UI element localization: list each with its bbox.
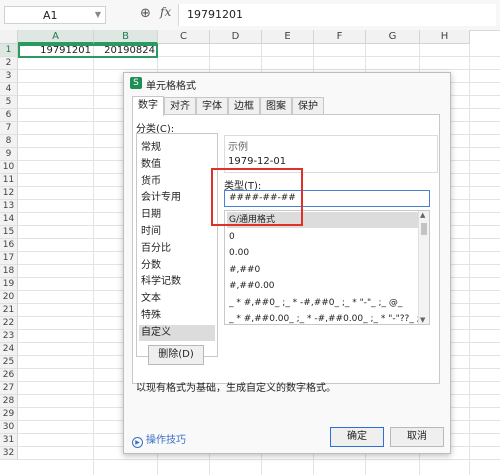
app-logo-icon: S: [130, 77, 142, 89]
select-all-corner[interactable]: [0, 30, 18, 44]
column-header-e[interactable]: E: [262, 30, 314, 44]
tab-number[interactable]: 数字: [132, 96, 164, 116]
row-header-7[interactable]: 7: [0, 122, 18, 135]
row-header-9[interactable]: 9: [0, 148, 18, 161]
category-item[interactable]: 特殊: [139, 308, 215, 324]
hint-text: 以现有格式为基础，生成自定义的数字格式。: [136, 383, 336, 394]
category-item[interactable]: 自定义: [139, 324, 215, 341]
category-item[interactable]: 货币: [139, 174, 215, 190]
row-header-26[interactable]: 26: [0, 369, 18, 382]
category-item[interactable]: 会计专用: [139, 190, 215, 206]
column-header-g[interactable]: G: [366, 30, 420, 44]
tab-alignment[interactable]: 对齐: [164, 97, 196, 115]
row-header-6[interactable]: 6: [0, 109, 18, 122]
column-header-c[interactable]: C: [158, 30, 210, 44]
row-header-19[interactable]: 19: [0, 278, 18, 291]
row-header-18[interactable]: 18: [0, 265, 18, 278]
row-header-12[interactable]: 12: [0, 187, 18, 200]
sample-label: 示例: [228, 142, 248, 153]
dialog-title: 单元格格式: [146, 81, 196, 92]
name-box-value: A1: [43, 9, 58, 22]
row-header-17[interactable]: 17: [0, 252, 18, 265]
row-header-28[interactable]: 28: [0, 395, 18, 408]
row-header-3[interactable]: 3: [0, 70, 18, 83]
row-header-23[interactable]: 23: [0, 330, 18, 343]
row-header-14[interactable]: 14: [0, 213, 18, 226]
tab-border[interactable]: 边框: [228, 97, 260, 115]
tips-link[interactable]: ▶ 操作技巧: [132, 431, 186, 448]
sample-value: 1979-12-01: [228, 156, 287, 167]
format-list[interactable]: _ * #,##0.00_ ;_ * -#,##0.00_ ;_ * "-"??…: [224, 210, 430, 325]
format-item[interactable]: _ * #,##0.00_ ;_ * -#,##0.00_ ;_ * "-"??…: [229, 311, 419, 324]
scroll-thumb[interactable]: [421, 223, 427, 235]
format-item[interactable]: _ * #,##0_ ;_ * -#,##0_ ;_ * "-"_ ;_ @_: [229, 295, 419, 311]
category-item[interactable]: 科学记数: [139, 274, 215, 290]
cell-selection: [18, 44, 158, 58]
play-icon: ▶: [132, 437, 143, 448]
category-item[interactable]: 百分比: [139, 241, 215, 257]
row-header-29[interactable]: 29: [0, 408, 18, 421]
format-item[interactable]: 0.00: [229, 245, 419, 261]
row-header-13[interactable]: 13: [0, 200, 18, 213]
ok-button[interactable]: 确定: [330, 427, 384, 447]
fx-icon[interactable]: fx: [160, 5, 171, 19]
format-item[interactable]: 0: [229, 229, 419, 245]
category-item[interactable]: 文本: [139, 291, 215, 307]
cancel-button[interactable]: 取消: [390, 427, 444, 447]
column-header-d[interactable]: D: [210, 30, 262, 44]
row-header-32[interactable]: 32: [0, 447, 18, 460]
row-header-25[interactable]: 25: [0, 356, 18, 369]
row-header-11[interactable]: 11: [0, 174, 18, 187]
row-header-15[interactable]: 15: [0, 226, 18, 239]
row-header-21[interactable]: 21: [0, 304, 18, 317]
tips-link-label: 操作技巧: [146, 435, 186, 446]
row-header-22[interactable]: 22: [0, 317, 18, 330]
category-item[interactable]: 分数: [139, 258, 215, 274]
row-header-27[interactable]: 27: [0, 382, 18, 395]
row-header-30[interactable]: 30: [0, 421, 18, 434]
column-header-f[interactable]: F: [314, 30, 366, 44]
row-header-31[interactable]: 31: [0, 434, 18, 447]
tab-font[interactable]: 字体: [196, 97, 228, 115]
format-item[interactable]: #,##0.00: [229, 278, 419, 294]
column-header-a[interactable]: A: [18, 30, 94, 44]
row-header-24[interactable]: 24: [0, 343, 18, 356]
tab-protection[interactable]: 保护: [292, 97, 324, 115]
category-item[interactable]: 时间: [139, 224, 215, 240]
row-header-1[interactable]: 1: [0, 44, 18, 57]
scroll-down-icon[interactable]: ▼: [420, 316, 425, 324]
format-cells-dialog: S 单元格格式 数字 对齐 字体 边框 图案 保护 分类(C): 常规 数值 货币会…: [123, 72, 451, 454]
row-header-8[interactable]: 8: [0, 135, 18, 148]
row-header-10[interactable]: 10: [0, 161, 18, 174]
column-header-b[interactable]: B: [94, 30, 158, 44]
formula-bar: A1 ▼ ⊕ fx 19791201: [0, 0, 500, 31]
dialog-titlebar[interactable]: S 单元格格式: [124, 73, 450, 93]
format-list-scrollbar[interactable]: ▲ ▼: [418, 211, 429, 324]
row-header-4[interactable]: 4: [0, 83, 18, 96]
zoom-icon[interactable]: ⊕: [140, 6, 151, 21]
tab-pattern[interactable]: 图案: [260, 97, 292, 115]
row-header-20[interactable]: 20: [0, 291, 18, 304]
grid-line: [18, 459, 500, 460]
red-highlight-box: [211, 168, 303, 226]
category-item[interactable]: 常规: [139, 140, 215, 156]
row-header-16[interactable]: 16: [0, 239, 18, 252]
delete-button[interactable]: 删除(D): [148, 345, 204, 365]
row-header-5[interactable]: 5: [0, 96, 18, 109]
format-item[interactable]: #,##0: [229, 262, 419, 278]
column-header-h[interactable]: H: [420, 30, 470, 44]
grid-line: [18, 69, 500, 70]
formula-value: 19791201: [187, 8, 243, 21]
row-header-2[interactable]: 2: [0, 57, 18, 70]
category-item[interactable]: 日期: [139, 207, 215, 223]
chevron-down-icon[interactable]: ▼: [95, 10, 101, 19]
category-list[interactable]: 常规 数值 货币 会计专用 日期 时间 百分比 分数 科学记数 文本 特殊 自定义: [136, 133, 218, 357]
formula-input[interactable]: 19791201: [178, 4, 496, 26]
name-box[interactable]: A1 ▼: [4, 6, 106, 24]
scroll-up-icon[interactable]: ▲: [420, 211, 425, 219]
category-item[interactable]: 数值: [139, 157, 215, 173]
